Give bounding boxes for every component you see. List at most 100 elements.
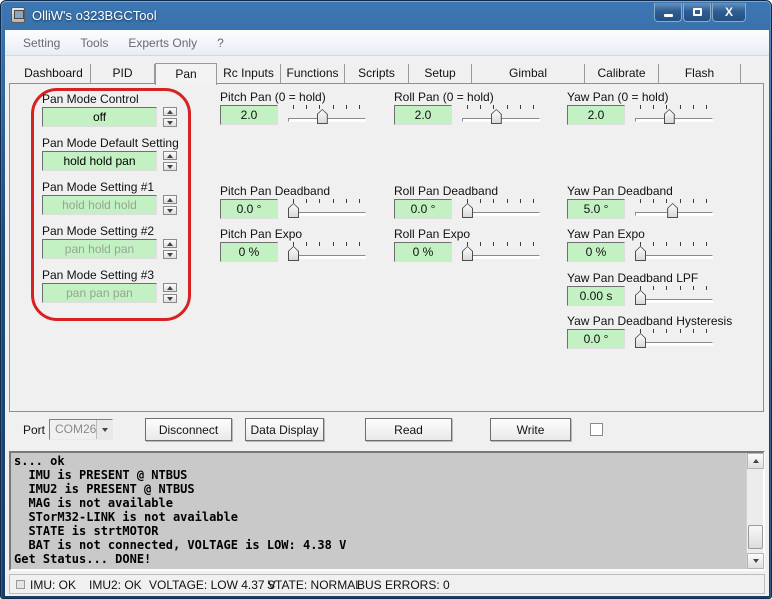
slider-thumb[interactable] [663, 109, 675, 124]
yaw-pan-slider[interactable] [635, 104, 713, 126]
yaw-pan-deadband-lpf-label: Yaw Pan Deadband LPF [567, 271, 699, 285]
spinner-down-button[interactable] [163, 162, 177, 171]
pitch-pan-deadband-slider[interactable] [288, 198, 366, 220]
roll-pan-field[interactable]: 2.0 [394, 105, 452, 125]
slider-thumb[interactable] [462, 203, 473, 218]
roll-pan-expo-slider[interactable] [462, 241, 540, 263]
slider-thumb[interactable] [635, 246, 646, 261]
write-option-checkbox[interactable] [590, 423, 603, 436]
tab-strip: Dashboard PID Pan Rc Inputs Functions Sc… [17, 63, 741, 99]
arrow-down-icon [167, 164, 173, 169]
menu-item-tools[interactable]: Tools [70, 30, 118, 55]
pitch-pan-param: Pitch Pan (0 = hold) 2.0 [220, 90, 392, 130]
yaw-pan-deadband-slider[interactable] [635, 198, 713, 220]
roll-pan-slider[interactable] [462, 104, 540, 126]
title-bar[interactable]: OlliW's o323BGCTool X [1, 1, 771, 30]
menu-item-help[interactable]: ? [207, 30, 234, 55]
scrollbar-thumb[interactable] [748, 524, 763, 549]
tab-pan[interactable]: Pan [155, 63, 217, 85]
read-button[interactable]: Read [365, 418, 452, 441]
slider-thumb[interactable] [288, 203, 299, 218]
pitch-pan-deadband-field[interactable]: 0.0 ° [220, 199, 278, 219]
slider-thumb[interactable] [667, 203, 679, 218]
roll-pan-param: Roll Pan (0 = hold) 2.0 [394, 90, 566, 130]
yaw-pan-deadband-lpf-slider[interactable] [635, 285, 713, 307]
minimize-icon [663, 13, 673, 17]
pan-mode-setting3-spinner [163, 283, 177, 303]
yaw-pan-field[interactable]: 2.0 [567, 105, 625, 125]
spinner-down-button[interactable] [163, 118, 177, 127]
write-button[interactable]: Write [490, 418, 571, 441]
pitch-pan-expo-param: Pitch Pan Expo 0 % [220, 227, 392, 267]
data-display-button[interactable]: Data Display [245, 418, 324, 441]
port-label: Port [23, 423, 46, 437]
pan-mode-default-field[interactable]: hold hold pan [42, 151, 157, 171]
spinner-up-button[interactable] [163, 151, 177, 160]
menu-item-setting[interactable]: Setting [13, 30, 70, 55]
minimize-button[interactable] [654, 3, 682, 22]
arrow-down-icon [167, 208, 173, 213]
roll-pan-deadband-label: Roll Pan Deadband [394, 184, 499, 198]
slider-thumb[interactable] [462, 246, 473, 261]
spinner-up-button[interactable] [163, 239, 177, 248]
tab-gimbal-configuration[interactable]: Gimbal Configuration [472, 64, 585, 99]
pan-mode-setting1-label: Pan Mode Setting #1 [42, 180, 155, 194]
slider-thumb[interactable] [490, 109, 502, 124]
port-select[interactable]: COM26 [49, 419, 113, 440]
slider-thumb[interactable] [635, 333, 646, 348]
slider-thumb[interactable] [635, 290, 646, 305]
pan-mode-setting1-group: Pan Mode Setting #1 hold hold hold [42, 180, 192, 220]
arrow-up-icon [167, 285, 173, 290]
pitch-pan-expo-slider[interactable] [288, 241, 366, 263]
spinner-up-button[interactable] [163, 283, 177, 292]
pan-mode-control-field[interactable]: off [42, 107, 157, 127]
client-area: Setting Tools Experts Only ? Dashboard P… [5, 30, 769, 596]
yaw-pan-expo-slider[interactable] [635, 241, 713, 263]
pan-mode-setting1-field[interactable]: hold hold hold [42, 195, 157, 215]
pitch-pan-slider[interactable] [288, 104, 366, 126]
arrow-up-icon [167, 197, 173, 202]
pitch-pan-expo-field[interactable]: 0 % [220, 242, 278, 262]
status-bar: IMU: OK IMU2: OK VOLTAGE: LOW 4.37 V STA… [9, 574, 765, 594]
yaw-pan-deadband-hysteresis-slider[interactable] [635, 328, 713, 350]
slider-thumb[interactable] [288, 246, 299, 261]
scroll-up-button[interactable] [747, 453, 764, 469]
spinner-up-button[interactable] [163, 107, 177, 116]
scroll-down-button[interactable] [747, 553, 764, 569]
tab-pid[interactable]: PID [91, 64, 155, 84]
spinner-down-button[interactable] [163, 206, 177, 215]
tab-dashboard[interactable]: Dashboard [17, 64, 91, 84]
maximize-button[interactable] [683, 3, 711, 22]
pan-mode-control-spinner [163, 107, 177, 127]
pitch-pan-field[interactable]: 2.0 [220, 105, 278, 125]
pan-mode-control-group: Pan Mode Control off [42, 92, 192, 132]
tab-rc-inputs[interactable]: Rc Inputs [217, 64, 281, 84]
arrow-down-icon [167, 120, 173, 125]
roll-pan-deadband-field[interactable]: 0.0 ° [394, 199, 452, 219]
tab-scripts[interactable]: Scripts [345, 64, 409, 84]
close-button[interactable]: X [712, 3, 746, 22]
pan-mode-setting3-field[interactable]: pan pan pan [42, 283, 157, 303]
spinner-down-button[interactable] [163, 294, 177, 303]
slider-thumb[interactable] [316, 109, 328, 124]
menu-item-experts-only[interactable]: Experts Only [118, 30, 207, 55]
tab-calibrate-acc[interactable]: Calibrate Acc [585, 64, 659, 99]
tab-flash-firmware[interactable]: Flash Firmware [659, 64, 741, 99]
pan-mode-control-label: Pan Mode Control [42, 92, 139, 106]
yaw-pan-deadband-lpf-field[interactable]: 0.00 s [567, 286, 625, 306]
pitch-pan-deadband-param: Pitch Pan Deadband 0.0 ° [220, 184, 392, 224]
disconnect-button[interactable]: Disconnect [145, 418, 232, 441]
yaw-pan-deadband-hysteresis-field[interactable]: 0.0 ° [567, 329, 625, 349]
roll-pan-deadband-slider[interactable] [462, 198, 540, 220]
roll-pan-expo-field[interactable]: 0 % [394, 242, 452, 262]
spinner-up-button[interactable] [163, 195, 177, 204]
pan-mode-setting2-field[interactable]: pan hold pan [42, 239, 157, 259]
yaw-pan-expo-field[interactable]: 0 % [567, 242, 625, 262]
port-dropdown-button[interactable] [96, 420, 112, 439]
spinner-down-button[interactable] [163, 250, 177, 259]
tab-functions[interactable]: Functions [281, 64, 345, 84]
tab-setup[interactable]: Setup [409, 64, 472, 84]
console-scrollbar[interactable] [746, 453, 764, 569]
yaw-pan-deadband-field[interactable]: 5.0 ° [567, 199, 625, 219]
arrow-down-icon [167, 296, 173, 301]
